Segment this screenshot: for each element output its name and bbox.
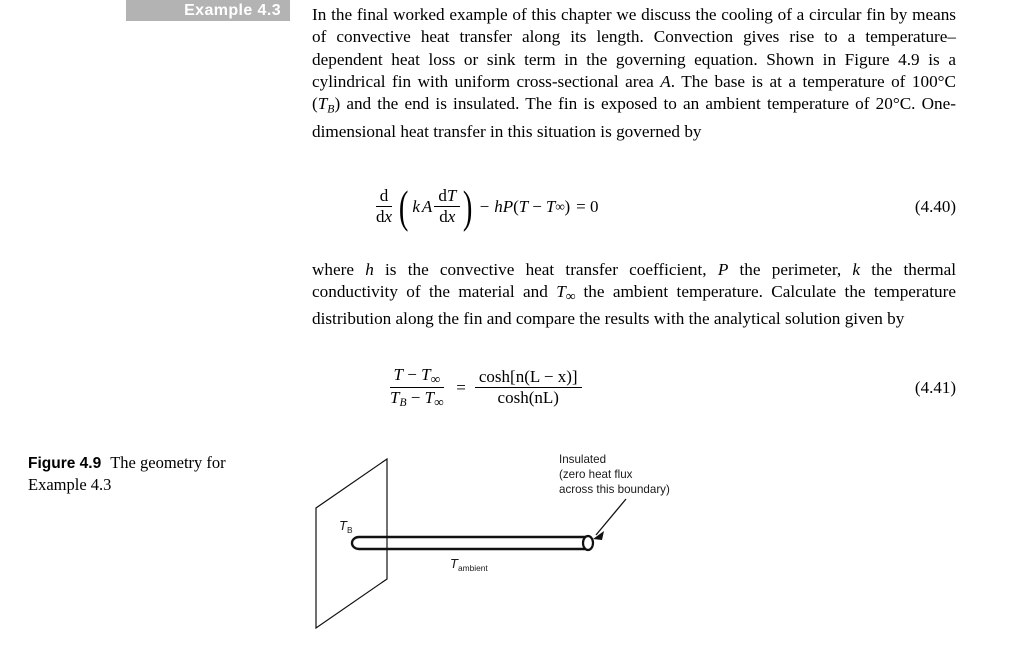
Tinf-symbol-den: T xyxy=(424,388,435,408)
left-paren-large: ( xyxy=(398,180,409,232)
equation-4-40-row: d dx ( kA dT dx ) − h P(T − T ∞) = 0 (4.40) xyxy=(312,180,956,232)
figure-geometry-diagram: TB Tambient Insulated (zero heat flux ac… xyxy=(300,445,720,650)
dT-numerator: dT xyxy=(434,186,461,208)
temperature-symbol: T xyxy=(518,196,529,216)
base-temperature-difference-denominator: TB − T∞ xyxy=(386,388,447,410)
inner-close-paren: ) xyxy=(564,196,571,216)
cosh-denominator: cosh(nL) xyxy=(497,388,559,408)
annotation-line-1: Insulated xyxy=(559,453,606,466)
para1-text-part3: ) and the end is insulated. The fin is e… xyxy=(312,94,956,141)
dx-d-text: d xyxy=(439,207,448,227)
inf-sub-den: ∞ xyxy=(434,394,444,410)
d-denominator-text: d xyxy=(376,207,385,227)
fin-right-end-ellipse xyxy=(581,534,595,552)
paragraph-where-clause: where h is the convective heat transfer … xyxy=(312,259,956,330)
minus-num: − xyxy=(403,365,422,384)
infinity-subscript: ∞ xyxy=(555,198,565,214)
fin-left-cap xyxy=(350,535,360,551)
dx-denominator: dx xyxy=(435,207,459,227)
temperature-ratio-fraction: T − T∞ TB − T∞ xyxy=(386,365,447,411)
area-symbol: A xyxy=(421,196,433,216)
cosh-ratio-fraction: cosh[n(L − x)] cosh(nL) xyxy=(474,367,582,408)
example-tag-banner: Example 4.3 xyxy=(126,0,290,21)
minus-operator: − xyxy=(479,196,490,216)
right-paren-large: ) xyxy=(463,180,473,232)
perimeter-symbol: P xyxy=(502,196,514,216)
para2-text-part3: the perimeter, xyxy=(728,260,853,279)
B-sub-den: B xyxy=(399,396,407,410)
annotation-line-2: (zero heat flux xyxy=(559,468,633,481)
equation-4-41-number: (4.41) xyxy=(914,377,956,397)
example-tag-label: Example 4.3 xyxy=(184,1,281,19)
para2-text-part1: where xyxy=(312,260,366,279)
annotation-arrow-line xyxy=(595,498,627,536)
d-dx-denominator: dx xyxy=(372,207,396,227)
x-denominator-var: x xyxy=(384,207,393,227)
ambient-temperature-subscript-text: ambient xyxy=(458,563,488,573)
base-temperature-subscript-text: B xyxy=(347,525,353,535)
T-symbol-num: T xyxy=(393,365,403,384)
figure-caption-label: Figure 4.9 xyxy=(28,455,102,472)
equals-operator-441: = xyxy=(456,377,466,397)
inner-minus-operator: − xyxy=(532,196,542,216)
variable-k: k xyxy=(852,260,861,279)
para2-text-part2: is the convective heat transfer coeffici… xyxy=(373,260,718,279)
insulated-annotation: Insulated (zero heat flux across this bo… xyxy=(559,453,670,496)
dx-x-var: x xyxy=(447,207,456,227)
variable-base-temperature: T xyxy=(317,94,328,114)
equation-4-41-body: T − T∞ TB − T∞ = cosh[n(L − x)] cosh(nL) xyxy=(384,365,584,411)
figure-caption: Figure 4.9 The geometry for Example 4.3 xyxy=(28,452,278,495)
conductivity-symbol: k xyxy=(412,196,420,216)
convective-coefficient-symbol: h xyxy=(494,196,503,216)
inf-sub-num: ∞ xyxy=(430,371,441,387)
ambient-temperature-label: Tambient xyxy=(450,556,488,573)
equation-4-41-row: T − T∞ TB − T∞ = cosh[n(L − x)] cosh(nL)… xyxy=(312,365,956,411)
d-dx-numerator: d xyxy=(375,186,393,208)
d-numerator-text: d xyxy=(379,186,389,205)
dT-dx-fraction: dT dx xyxy=(434,186,461,227)
Tinf-symbol-num: T xyxy=(421,365,431,384)
dT-T-var: T xyxy=(446,186,457,205)
variable-T-ambient: T xyxy=(556,282,566,302)
minus-den: − xyxy=(406,388,425,408)
cosh-numerator: cosh[n(L − x)] xyxy=(474,367,582,389)
equals-zero: = 0 xyxy=(576,196,599,216)
equation-4-40-body: d dx ( kA dT dx ) − h P(T − T ∞) = 0 xyxy=(370,180,599,232)
dT-d-text: d xyxy=(438,186,447,205)
variable-area: A xyxy=(660,71,671,91)
paragraph-intro: In the final worked example of this chap… xyxy=(312,4,956,143)
equation-4-40-number: (4.40) xyxy=(914,196,956,216)
variable-h: h xyxy=(365,260,374,279)
variable-T-ambient-subscript: ∞ xyxy=(565,288,576,304)
ambient-temperature-symbol: T xyxy=(545,196,556,216)
annotation-line-3: across this boundary) xyxy=(559,483,670,496)
base-temperature-label: TB xyxy=(339,518,353,535)
temperature-difference-numerator: T − T∞ xyxy=(389,365,444,389)
variable-P: P xyxy=(717,260,729,279)
derivative-operator-fraction: d dx xyxy=(372,186,396,227)
